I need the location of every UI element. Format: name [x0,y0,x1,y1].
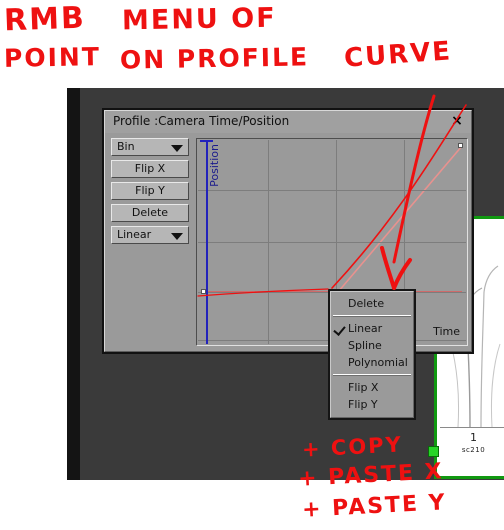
point-context-menu[interactable]: Delete Linear Spline Polynomial Flip X F… [328,289,416,420]
gridline-horizontal [198,242,466,243]
chevron-down-icon [171,233,183,240]
screenshot-root: 1 sc210 Profile :Camera Time/Position × … [0,0,504,530]
context-menu-inner: Delete Linear Spline Polynomial Flip X F… [330,291,414,418]
annotation-curve: CURVE [343,36,454,74]
annotation-menu-of: MENU OF [121,2,277,37]
preview-number: 1 [470,431,477,444]
panel-resize-handle[interactable] [428,446,439,457]
preview-divider [440,427,504,428]
delete-button[interactable]: Delete [111,204,189,222]
curve-point-handle[interactable] [201,289,206,294]
dialog-titlebar[interactable]: Profile :Camera Time/Position × [105,111,471,133]
context-menu-separator [333,315,411,317]
interpolation-dropdown[interactable]: Linear [111,226,189,244]
bin-dropdown-label: Bin [117,140,135,153]
annotation-rmb: RMB [3,0,87,39]
context-menu-item-spline[interactable]: Spline [331,337,413,354]
dialog-title: Profile :Camera Time/Position [113,114,290,128]
context-menu-separator [333,374,411,376]
flip-x-button[interactable]: Flip X [111,160,189,178]
annotation-paste-y: + PASTE Y [301,490,448,523]
context-menu-item-linear[interactable]: Linear [331,320,413,337]
preview-code: sc210 [461,446,486,454]
chevron-down-icon [171,145,183,152]
profile-controls: Bin Flip X Flip Y Delete Linear [111,138,189,248]
curve-point-handle[interactable] [458,143,463,148]
bin-dropdown[interactable]: Bin [111,138,189,156]
context-menu-item-flip-y[interactable]: Flip Y [331,396,413,413]
annotation-point: POINT [3,42,102,73]
close-icon[interactable]: × [449,113,465,129]
flip-y-button[interactable]: Flip Y [111,182,189,200]
gridline-horizontal [198,190,466,191]
interpolation-dropdown-label: Linear [117,228,152,241]
axis-tick-top [200,140,213,142]
application-left-edge [67,88,80,480]
preview-caption: 1 sc210 [440,431,504,455]
profile-dialog[interactable]: Profile :Camera Time/Position × Bin Flip… [102,108,474,354]
context-menu-item-polynomial[interactable]: Polynomial [331,354,413,371]
context-menu-item-flip-x[interactable]: Flip X [331,379,413,396]
context-menu-item-delete[interactable]: Delete [331,295,413,312]
annotation-on-profile: ON PROFILE [119,42,310,75]
plot-y-axis-label: Position [208,144,221,187]
plot-x-axis-label: Time [433,325,460,338]
